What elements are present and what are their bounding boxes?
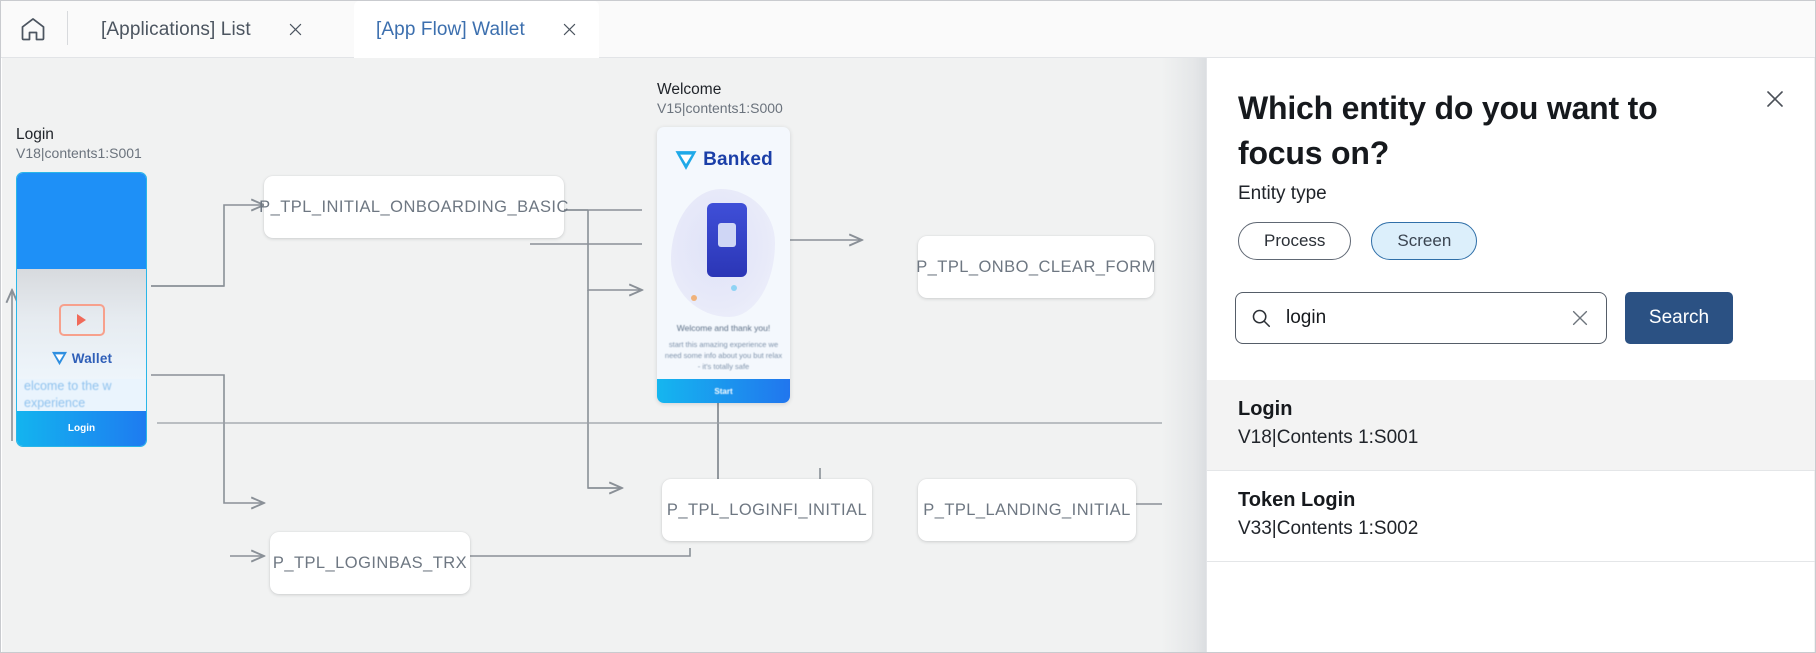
search-button[interactable]: Search xyxy=(1625,292,1733,344)
page-title: Which entity do you want to focus on? xyxy=(1238,90,1658,171)
entity-focus-panel: Which entity do you want to focus on? En… xyxy=(1206,58,1815,652)
search-input[interactable] xyxy=(1272,307,1568,329)
result-name: Token Login xyxy=(1238,489,1356,511)
process-node-label: P_TPL_ONBO_CLEAR_FORM xyxy=(916,257,1156,276)
screen-thumbnail-welcome[interactable]: Banked Welcome and thank you! start this… xyxy=(657,127,790,403)
search-icon xyxy=(1250,307,1272,329)
tab-bar: [Applications] List [App Flow] Wallet xyxy=(1,1,1815,58)
entity-type-chip-process[interactable]: Process xyxy=(1238,222,1352,260)
illustration-phone xyxy=(707,203,747,277)
search-row: Search xyxy=(1235,292,1733,344)
home-icon[interactable] xyxy=(11,7,55,51)
tab-app-flow-wallet[interactable]: [App Flow] Wallet xyxy=(354,1,599,58)
close-icon[interactable] xyxy=(285,19,307,41)
entity-type-label: Entity type xyxy=(1238,183,1327,204)
process-node-label: P_TPL_INITIAL_ONBOARDING_BASIC xyxy=(259,197,569,216)
app-window: [Applications] List [App Flow] Wallet Lo… xyxy=(0,0,1816,653)
thumbnail-button-label: Login xyxy=(67,423,96,434)
process-node-label: P_TPL_LANDING_INITIAL xyxy=(923,500,1131,519)
screen-title: Login xyxy=(16,126,54,143)
tab-label: [App Flow] Wallet xyxy=(376,18,525,40)
search-results-list: Login V18|Contents 1:S001 Token Login V3… xyxy=(1207,380,1815,562)
search-result-item[interactable]: Token Login V33|Contents 1:S002 xyxy=(1207,471,1815,562)
toolbar-divider xyxy=(67,11,68,45)
result-name: Login xyxy=(1238,398,1293,420)
search-result-item[interactable]: Login V18|Contents 1:S001 xyxy=(1207,380,1815,471)
thumbnail-header-band xyxy=(17,173,146,269)
screen-card-login[interactable]: Login V18|contents1:S001 Wallet elcome t… xyxy=(16,125,147,447)
search-field-wrapper[interactable] xyxy=(1235,292,1607,344)
thumbnail-primary-button: Start xyxy=(657,379,790,403)
close-icon[interactable] xyxy=(1758,82,1792,116)
result-id: V33|Contents 1:S002 xyxy=(1238,518,1419,539)
illustration-dot xyxy=(731,285,737,291)
wallet-logo-icon xyxy=(51,351,67,366)
brand-lockup: Banked xyxy=(657,149,790,171)
result-id: V18|Contents 1:S001 xyxy=(1238,427,1419,448)
brand-name: Wallet xyxy=(71,351,113,366)
chip-label: Process xyxy=(1264,231,1326,250)
thumbnail-primary-button: Login xyxy=(17,411,146,446)
clear-search-icon[interactable] xyxy=(1568,306,1592,330)
brand-name: Banked xyxy=(703,149,773,170)
process-node-initial-onboarding-basic[interactable]: P_TPL_INITIAL_ONBOARDING_BASIC xyxy=(259,176,568,238)
thumbnail-button-label: Start xyxy=(714,386,733,396)
illustration-dot xyxy=(691,295,697,301)
tab-label: [Applications] List xyxy=(101,18,251,40)
entity-type-chip-group: Process Screen xyxy=(1238,222,1478,260)
thumbnail-body-text: start this amazing experience we need so… xyxy=(664,340,783,371)
process-node-loginbas-trx[interactable]: P_TPL_LOGINBAS_TRX xyxy=(270,532,470,594)
play-icon xyxy=(58,304,105,336)
process-node-loginfi-initial[interactable]: P_TPL_LOGINFI_INITIAL xyxy=(662,479,872,541)
process-node-landing-initial[interactable]: P_TPL_LANDING_INITIAL xyxy=(918,479,1136,541)
tab-applications-list[interactable]: [Applications] List xyxy=(79,1,325,58)
brand-lockup: Wallet xyxy=(17,351,146,366)
process-node-label: P_TPL_LOGINBAS_TRX xyxy=(272,553,468,572)
screen-thumbnail-login[interactable]: Wallet elcome to the w experience Login xyxy=(16,172,147,447)
entity-type-chip-screen[interactable]: Screen xyxy=(1371,222,1478,260)
banked-logo-icon xyxy=(675,150,697,170)
process-node-label: P_TPL_LOGINFI_INITIAL xyxy=(666,500,868,519)
thumbnail-body-text: elcome to the w experience xyxy=(24,379,112,410)
process-node-onbo-clear-form[interactable]: P_TPL_ONBO_CLEAR_FORM xyxy=(916,236,1156,298)
thumbnail-heading: Welcome and thank you! xyxy=(676,323,771,333)
screen-id: V18|contents1:S001 xyxy=(16,145,142,161)
screen-card-welcome[interactable]: Welcome V15|contents1:S000 Banked Welcom… xyxy=(657,80,790,403)
screen-title: Welcome xyxy=(657,81,722,98)
screen-id: V15|contents1:S000 xyxy=(657,100,783,116)
chip-label: Screen xyxy=(1397,231,1452,250)
close-icon[interactable] xyxy=(559,19,581,41)
